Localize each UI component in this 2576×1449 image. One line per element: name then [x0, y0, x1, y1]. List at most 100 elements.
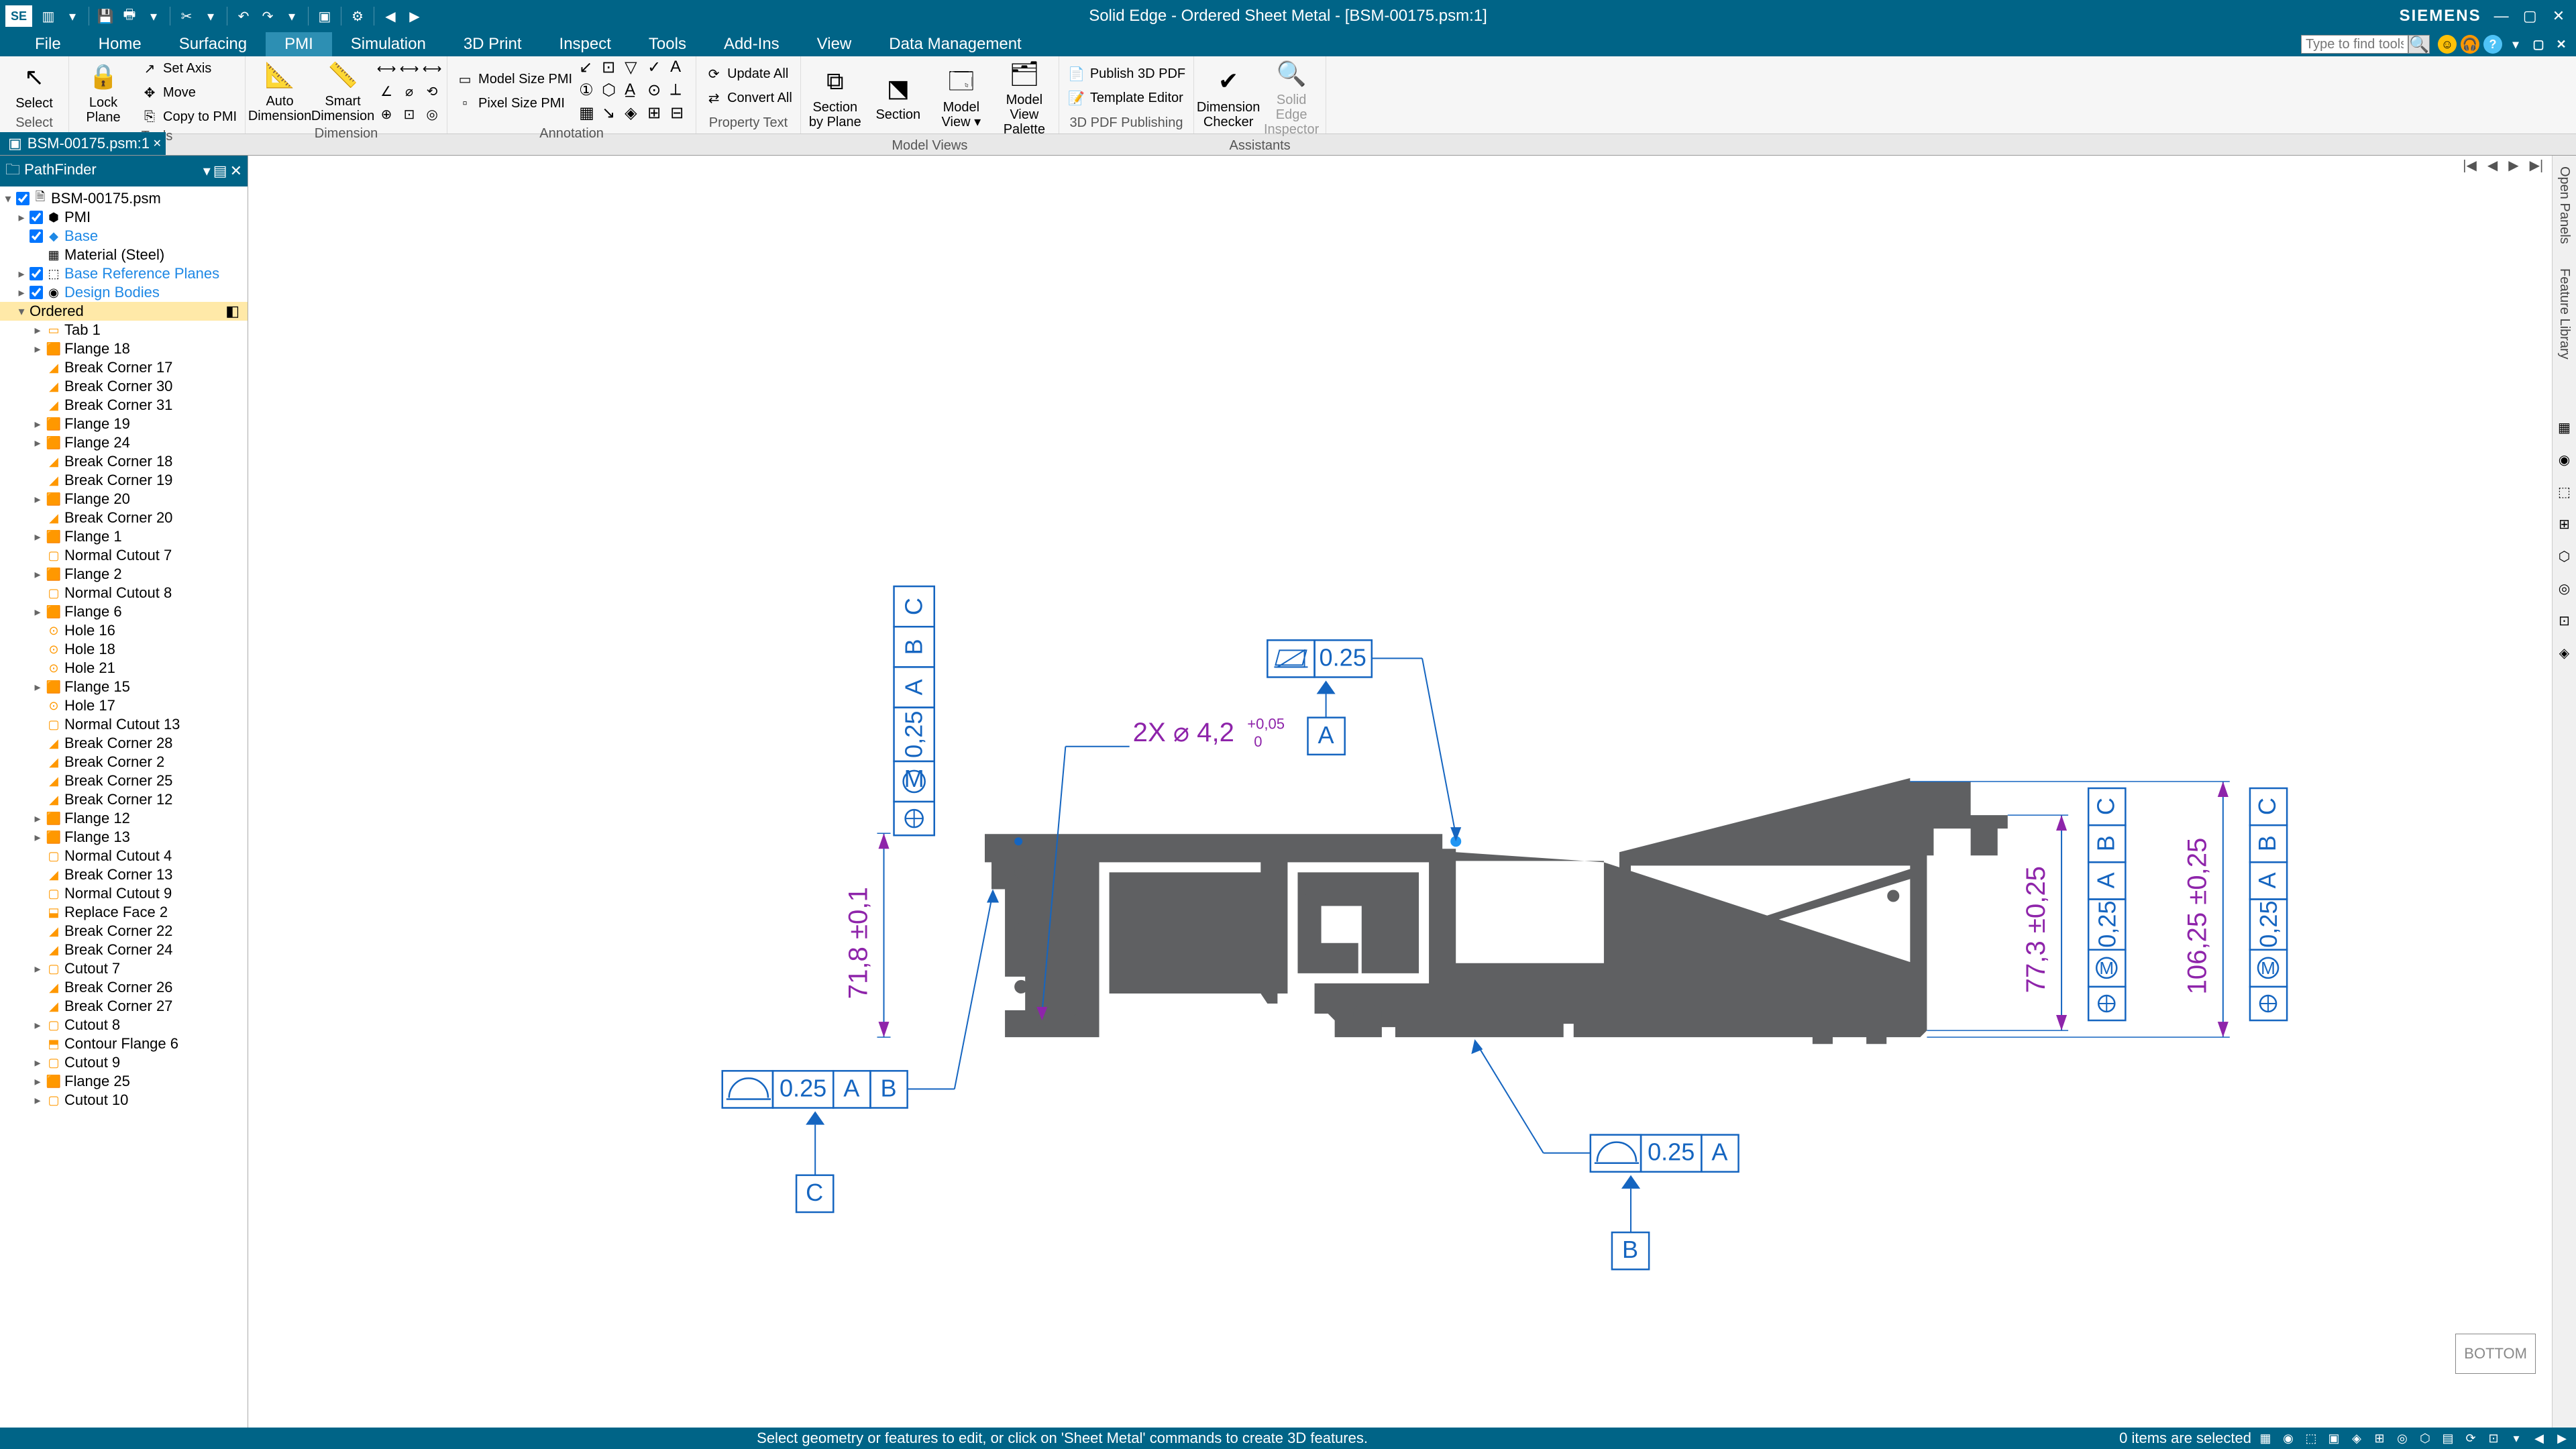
tree-ordered[interactable]: ▾Ordered◧ — [0, 302, 248, 321]
tree-feature[interactable]: ▢Normal Cutout 9 — [0, 884, 248, 903]
smart-dimension-button[interactable]: 📏 Smart Dimension — [313, 59, 373, 123]
tree-feature[interactable]: ▸🟧Flange 12 — [0, 809, 248, 828]
tree-designbodies[interactable]: ▸◉Design Bodies — [0, 283, 248, 302]
tree-feature[interactable]: ◢Break Corner 19 — [0, 471, 248, 490]
rail-icon[interactable]: ◈ — [2555, 643, 2574, 662]
ann-icon[interactable]: ↙ — [579, 58, 600, 79]
ann-icon[interactable]: ↘ — [602, 103, 623, 125]
tab-close-icon[interactable]: ✕ — [153, 137, 162, 150]
tree-feature[interactable]: ⊙Hole 16 — [0, 621, 248, 640]
auto-dimension-button[interactable]: 📐 Auto Dimension — [250, 59, 310, 123]
dropdown-icon[interactable]: ▾ — [281, 5, 303, 27]
tree-feature[interactable]: ▸🟧Flange 19 — [0, 415, 248, 433]
tree-root[interactable]: ▾🗎BSM-00175.psm — [0, 189, 248, 208]
dim-icon[interactable]: ⊡ — [398, 103, 420, 125]
dim-icon[interactable]: ⟲ — [421, 80, 443, 102]
ann-icon[interactable]: ▽ — [625, 58, 646, 79]
rail-open-panels[interactable]: Open Panels — [2555, 161, 2573, 250]
tree-feature[interactable]: ◢Break Corner 28 — [0, 734, 248, 753]
dim-icon[interactable]: ⊕ — [376, 103, 397, 125]
tree-feature[interactable]: ▸▢Cutout 8 — [0, 1016, 248, 1034]
move-button[interactable]: ✥Move — [136, 82, 241, 103]
dim-icon[interactable]: ⟷ — [421, 58, 443, 79]
status-icon[interactable]: ▤ — [2439, 1430, 2457, 1447]
tree-feature[interactable]: ▸🟧Flange 15 — [0, 678, 248, 696]
dim-icon[interactable]: ⌀ — [398, 80, 420, 102]
rail-icon[interactable]: ⊡ — [2555, 611, 2574, 630]
help-smiley-icon[interactable]: ☺ — [2438, 35, 2457, 54]
tree-base[interactable]: ◆Base — [0, 227, 248, 246]
tree-feature[interactable]: ◢Break Corner 25 — [0, 771, 248, 790]
tree-feature[interactable]: ▸🟧Flange 2 — [0, 565, 248, 584]
ann-icon[interactable]: ⬡ — [602, 80, 623, 102]
tree-feature[interactable]: ⊙Hole 21 — [0, 659, 248, 678]
tree-feature[interactable]: ▢Normal Cutout 8 — [0, 584, 248, 602]
menu-dropdown-icon[interactable]: ▾ — [2506, 35, 2525, 54]
graphics-viewport[interactable]: |◀ ◀ ▶ ▶| ✕ — [248, 156, 2576, 1428]
tree-feature[interactable]: ◢Break Corner 18 — [0, 452, 248, 471]
dropdown-icon[interactable]: ▾ — [62, 5, 83, 27]
tree-feature[interactable]: ▸🟧Flange 6 — [0, 602, 248, 621]
status-icon[interactable]: ⊡ — [2485, 1430, 2502, 1447]
status-icon[interactable]: ◈ — [2348, 1430, 2365, 1447]
print-icon[interactable]: 🖶 — [119, 5, 140, 27]
ann-icon[interactable]: ▦ — [579, 103, 600, 125]
ann-icon[interactable]: A — [670, 58, 692, 79]
document-tab[interactable]: ▣ BSM-00175.psm:1 ✕ — [0, 132, 166, 155]
tree-feature[interactable]: ◢Break Corner 2 — [0, 753, 248, 771]
tree-feature[interactable]: ◢Break Corner 27 — [0, 997, 248, 1016]
search-input[interactable] — [2301, 35, 2408, 54]
section-button[interactable]: ⬔Section — [868, 72, 928, 122]
ann-icon[interactable]: ⊞ — [647, 103, 669, 125]
set-axis-button[interactable]: ↗Set Axis — [136, 58, 241, 79]
tree-feature[interactable]: ▸🟧Flange 13 — [0, 828, 248, 847]
publish-3dpdf-button[interactable]: 📄Publish 3D PDF — [1063, 63, 1189, 85]
dim-icon[interactable]: ⟷ — [376, 58, 397, 79]
dim-icon[interactable]: ◎ — [421, 103, 443, 125]
undo-icon[interactable]: ↶ — [233, 5, 254, 27]
ann-icon[interactable]: ⊟ — [670, 103, 692, 125]
ann-icon[interactable]: ✓ — [647, 58, 669, 79]
tree-feature[interactable]: ◢Break Corner 30 — [0, 377, 248, 396]
tree-pmi[interactable]: ▸⬢PMI — [0, 208, 248, 227]
model-view-button[interactable]: 🗔Model View ▾ — [931, 65, 991, 129]
window-icon[interactable]: ▣ — [314, 5, 335, 27]
tree-feature[interactable]: ◢Break Corner 22 — [0, 922, 248, 941]
update-all-button[interactable]: ⟳Update All — [700, 63, 796, 85]
help-headset-icon[interactable]: 🎧 — [2461, 35, 2479, 54]
tree-feature[interactable]: ▢Normal Cutout 4 — [0, 847, 248, 865]
status-icon[interactable]: ◎ — [2394, 1430, 2411, 1447]
rail-icon[interactable]: ⬚ — [2555, 482, 2574, 501]
redo-icon[interactable]: ↷ — [257, 5, 278, 27]
status-icon[interactable]: ◉ — [2279, 1430, 2297, 1447]
dim-icon[interactable]: ∠ — [376, 80, 397, 102]
collapse-icon[interactable]: ◀ — [380, 5, 401, 27]
ann-icon[interactable]: ◈ — [625, 103, 646, 125]
cut-icon[interactable]: ✂ — [176, 5, 197, 27]
tab-surfacing[interactable]: Surfacing — [160, 32, 266, 56]
inspector-button[interactable]: 🔍Solid Edge Inspector — [1261, 58, 1322, 137]
rail-icon[interactable]: ▦ — [2555, 418, 2574, 437]
status-icon[interactable]: ◀ — [2530, 1430, 2548, 1447]
tree-check[interactable] — [16, 192, 30, 205]
close-button[interactable]: ✕ — [2546, 7, 2571, 25]
tab-inspect[interactable]: Inspect — [541, 32, 630, 56]
select-button[interactable]: ↖ Select — [4, 61, 64, 111]
ann-icon[interactable]: ⟂ — [670, 80, 692, 102]
tree-check[interactable] — [30, 211, 43, 224]
status-icon[interactable]: ▾ — [2508, 1430, 2525, 1447]
mdi-close-button[interactable]: ✕ — [2552, 35, 2571, 54]
tree-feature[interactable]: ◢Break Corner 20 — [0, 508, 248, 527]
tree-feature[interactable]: ⊙Hole 17 — [0, 696, 248, 715]
tree-feature[interactable]: ◢Break Corner 31 — [0, 396, 248, 415]
status-icon[interactable]: ▦ — [2257, 1430, 2274, 1447]
minimize-button[interactable]: — — [2489, 7, 2514, 25]
pathfinder-tree[interactable]: ▾🗎BSM-00175.psm ▸⬢PMI ◆Base ▦Material (S… — [0, 186, 248, 1428]
ann-icon[interactable]: ① — [579, 80, 600, 102]
model-view-palette-button[interactable]: 🗂Model View Palette — [994, 58, 1055, 137]
status-icon[interactable]: ▶ — [2553, 1430, 2571, 1447]
tree-feature[interactable]: ▸🟧Flange 18 — [0, 339, 248, 358]
maximize-button[interactable]: ▢ — [2518, 7, 2542, 25]
tree-feature[interactable]: ▸▢Cutout 9 — [0, 1053, 248, 1072]
tab-view[interactable]: View — [798, 32, 871, 56]
